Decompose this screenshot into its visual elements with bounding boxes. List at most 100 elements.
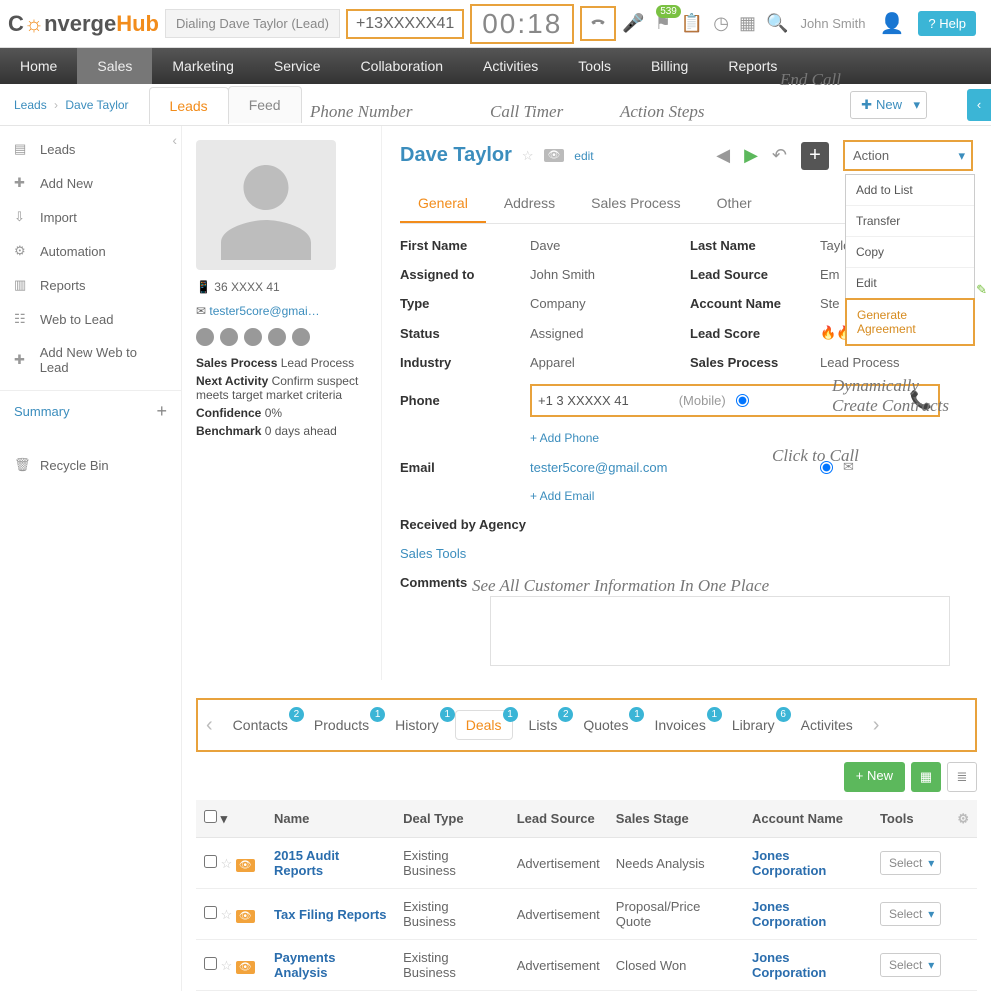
nav-activities[interactable]: Activities (463, 48, 558, 84)
reltab-quotes[interactable]: Quotes1 (573, 711, 638, 739)
value-email[interactable]: tester5core@gmail.com (530, 460, 667, 475)
sidebar-item-web-to-lead[interactable]: ☷Web to Lead (0, 302, 181, 336)
tab-other[interactable]: Other (699, 185, 770, 223)
sidebar-recycle-bin[interactable]: 🗑Recycle Bin (0, 448, 181, 482)
new-dropdown[interactable]: ✚New▾ (850, 91, 927, 119)
facebook-icon[interactable] (196, 328, 214, 346)
account-link[interactable]: Jones Corporation (752, 950, 826, 980)
col-name[interactable]: Name (266, 800, 395, 838)
nav-sales[interactable]: Sales (77, 48, 152, 84)
phone-primary-radio[interactable] (736, 394, 749, 407)
reltab-invoices[interactable]: Invoices1 (644, 711, 715, 739)
reltab-history[interactable]: History1 (385, 711, 449, 739)
help-button[interactable]: ? Help (918, 11, 976, 36)
reltab-contacts[interactable]: Contacts2 (223, 711, 298, 739)
star-icon[interactable]: ☆ (522, 148, 534, 164)
user-avatar-icon[interactable]: 👤 (880, 11, 905, 36)
row-checkbox[interactable] (204, 855, 217, 868)
account-link[interactable]: Jones Corporation (752, 899, 826, 929)
tab-sales-process[interactable]: Sales Process (573, 185, 698, 223)
gplus-icon[interactable] (220, 328, 238, 346)
reltab-deals[interactable]: Deals1 (455, 710, 513, 740)
linkedin-icon[interactable] (244, 328, 262, 346)
deal-name-link[interactable]: 2015 Audit Reports (274, 848, 339, 878)
twitter-icon[interactable] (268, 328, 286, 346)
col-account[interactable]: Account Name (744, 800, 872, 838)
row-checkbox[interactable] (204, 957, 217, 970)
col-stage[interactable]: Sales Stage (608, 800, 744, 838)
crumb-root[interactable]: Leads (14, 98, 47, 112)
sidebar-summary[interactable]: Summary+ (0, 390, 181, 432)
action-generate-agreement[interactable]: Generate Agreement (845, 298, 975, 346)
nav-marketing[interactable]: Marketing (152, 48, 253, 84)
nav-billing[interactable]: Billing (631, 48, 708, 84)
sidebar-item-add-web-to-lead[interactable]: ✚Add New Web to Lead (0, 336, 181, 384)
rss-icon[interactable] (292, 328, 310, 346)
sidebar-item-leads[interactable]: ▤Leads (0, 132, 181, 166)
nav-collaboration[interactable]: Collaboration (341, 48, 464, 84)
select-all-checkbox[interactable] (204, 810, 217, 823)
sidebar-collapse-icon[interactable]: ‹ (172, 132, 177, 148)
table-row: ☆ 👁2015 Audit ReportsExisting BusinessAd… (196, 838, 977, 889)
nav-tools[interactable]: Tools (558, 48, 631, 84)
clock-icon[interactable]: ◷ (713, 13, 729, 34)
reltab-lists[interactable]: Lists2 (519, 711, 568, 739)
col-dealtype[interactable]: Deal Type (395, 800, 509, 838)
reltab-library[interactable]: Library6 (722, 711, 785, 739)
tab-address[interactable]: Address (486, 185, 573, 223)
grid-view-icon[interactable]: ▦ (911, 762, 941, 792)
undo-icon[interactable]: ↶ (772, 145, 787, 166)
value-agency[interactable]: Sales Tools (400, 546, 466, 561)
reltab-activities[interactable]: Activites (791, 711, 863, 739)
play-icon[interactable]: ▶ (744, 145, 758, 166)
col-tools[interactable]: Tools (872, 800, 949, 838)
sidebar-item-automation[interactable]: ⚙Automation (0, 234, 181, 268)
action-transfer[interactable]: Transfer (846, 206, 974, 237)
sidebar-item-import[interactable]: ⇩Import (0, 200, 181, 234)
crumb-leaf[interactable]: Dave Taylor (65, 98, 128, 112)
clipboard-icon[interactable]: 📋 (681, 13, 703, 34)
row-tools-dropdown[interactable]: Select▾ (880, 953, 941, 977)
col-leadsource[interactable]: Lead Source (509, 800, 608, 838)
edit-pencil-icon[interactable]: ✎ (976, 282, 987, 298)
add-phone-link[interactable]: + Add Phone (530, 431, 940, 445)
subtab-feed[interactable]: Feed (228, 86, 302, 123)
add-button[interactable]: + (801, 142, 829, 170)
row-tools-dropdown[interactable]: Select▾ (880, 851, 941, 875)
calendar-icon[interactable]: ▦ (739, 13, 756, 34)
lead-email-short[interactable]: tester5core@gmai… (209, 304, 319, 318)
action-copy[interactable]: Copy (846, 237, 974, 268)
account-link[interactable]: Jones Corporation (752, 848, 826, 878)
cell-dealtype: Existing Business (395, 838, 509, 889)
reltab-prev-icon[interactable]: ‹ (202, 714, 217, 737)
edit-link[interactable]: edit (574, 149, 593, 163)
deal-name-link[interactable]: Tax Filing Reports (274, 907, 386, 922)
reltab-products[interactable]: Products1 (304, 711, 379, 739)
nav-service[interactable]: Service (254, 48, 341, 84)
gear-icon[interactable]: ⚙ (957, 811, 969, 826)
search-icon[interactable]: 🔍 (766, 13, 788, 34)
label-agency: Received by Agency (400, 517, 690, 532)
reltab-next-icon[interactable]: › (869, 714, 884, 737)
collapse-panel-button[interactable]: ‹ (967, 89, 991, 121)
row-tools-dropdown[interactable]: Select▾ (880, 902, 941, 926)
deals-toolbar: + New ▦ ≣ (196, 762, 977, 792)
tab-general[interactable]: General (400, 185, 486, 223)
mic-icon[interactable]: 🎤 (622, 13, 644, 34)
deal-name-link[interactable]: Payments Analysis (274, 950, 335, 980)
action-add-to-list[interactable]: Add to List (846, 175, 974, 206)
flag-icon[interactable]: ⚑539 (655, 13, 671, 34)
list-view-icon[interactable]: ≣ (947, 762, 977, 792)
sidebar-item-reports[interactable]: ▥Reports (0, 268, 181, 302)
new-deal-button[interactable]: + New (844, 762, 905, 792)
add-email-link[interactable]: + Add Email (530, 489, 940, 503)
action-edit[interactable]: Edit (846, 268, 974, 299)
sidebar-item-add-new[interactable]: ✚Add New (0, 166, 181, 200)
nav-home[interactable]: Home (0, 48, 77, 84)
subtab-leads[interactable]: Leads (149, 87, 229, 124)
current-user[interactable]: John Smith (800, 16, 865, 31)
end-call-button[interactable] (580, 6, 616, 41)
action-dropdown[interactable]: Action▾ Add to List Transfer Copy Edit G… (843, 140, 973, 171)
prev-icon[interactable]: ◀ (716, 145, 730, 166)
comments-textarea[interactable] (490, 596, 950, 666)
